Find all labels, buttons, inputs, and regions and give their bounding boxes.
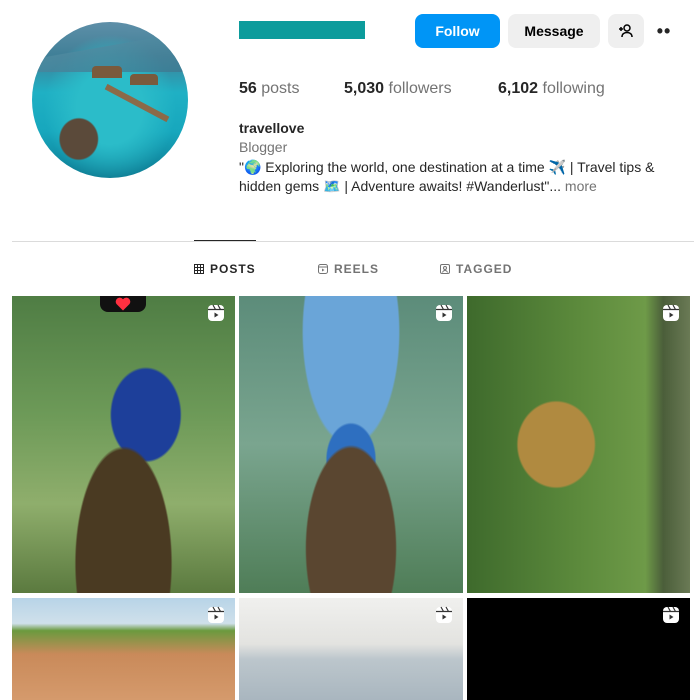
profile-name: travellove [239, 120, 305, 136]
following-label: following [542, 80, 605, 97]
tab-reels[interactable]: REELS [318, 262, 379, 276]
profile-category: Blogger [239, 139, 288, 155]
grid-post[interactable] [467, 296, 690, 593]
tagged-icon [440, 264, 450, 274]
followers-count: 5,030 [344, 80, 385, 97]
grid-icon [194, 264, 204, 274]
bio-line-2: hidden gems 🗺️ | Adventure awaits! #Wand… [239, 178, 562, 194]
profile-avatar[interactable] [32, 22, 188, 178]
grid-post[interactable] [12, 296, 235, 593]
stat-following[interactable]: 6,102 following [498, 80, 605, 98]
bio-line-1: "🌍 Exploring the world, one destination … [239, 159, 655, 175]
avatar-hut [130, 74, 158, 85]
followers-label: followers [388, 80, 452, 97]
avatar-hut [92, 66, 122, 78]
reels-icon [318, 264, 328, 274]
tab-posts[interactable]: POSTS [194, 262, 256, 276]
profile-bio: "🌍 Exploring the world, one destination … [239, 158, 684, 196]
more-options-icon: •• [656, 20, 672, 41]
stat-followers[interactable]: 5,030 followers [344, 80, 452, 98]
tabs-divider [12, 241, 694, 242]
posts-label: posts [261, 80, 300, 97]
bio-more-link[interactable]: more [565, 178, 597, 194]
username-redacted [239, 21, 365, 39]
follow-button[interactable]: Follow [415, 14, 500, 48]
grid-post[interactable] [239, 598, 463, 700]
tab-tagged[interactable]: TAGGED [440, 262, 512, 276]
following-count: 6,102 [498, 80, 539, 97]
avatar-pier [104, 83, 170, 123]
grid-post[interactable] [467, 598, 690, 700]
reel-indicator-icon [208, 606, 224, 623]
tab-reels-label: REELS [334, 262, 380, 276]
reel-indicator-icon [208, 304, 224, 321]
tab-posts-label: POSTS [210, 262, 256, 276]
more-options-button[interactable]: •• [652, 14, 676, 48]
stat-posts[interactable]: 56 posts [239, 80, 300, 98]
add-person-icon [619, 24, 633, 38]
liked-badge [100, 296, 146, 312]
reel-indicator-icon [663, 606, 679, 623]
reel-indicator-icon [436, 606, 452, 623]
posts-count: 56 [239, 80, 257, 97]
reel-indicator-icon [436, 304, 452, 321]
tab-tagged-label: TAGGED [456, 262, 513, 276]
suggest-people-button[interactable] [608, 14, 644, 48]
active-tab-indicator [194, 240, 256, 241]
grid-post[interactable] [12, 598, 235, 700]
message-button[interactable]: Message [508, 14, 600, 48]
grid-post[interactable] [239, 296, 463, 593]
heart-icon [115, 297, 131, 311]
reel-indicator-icon [663, 304, 679, 321]
